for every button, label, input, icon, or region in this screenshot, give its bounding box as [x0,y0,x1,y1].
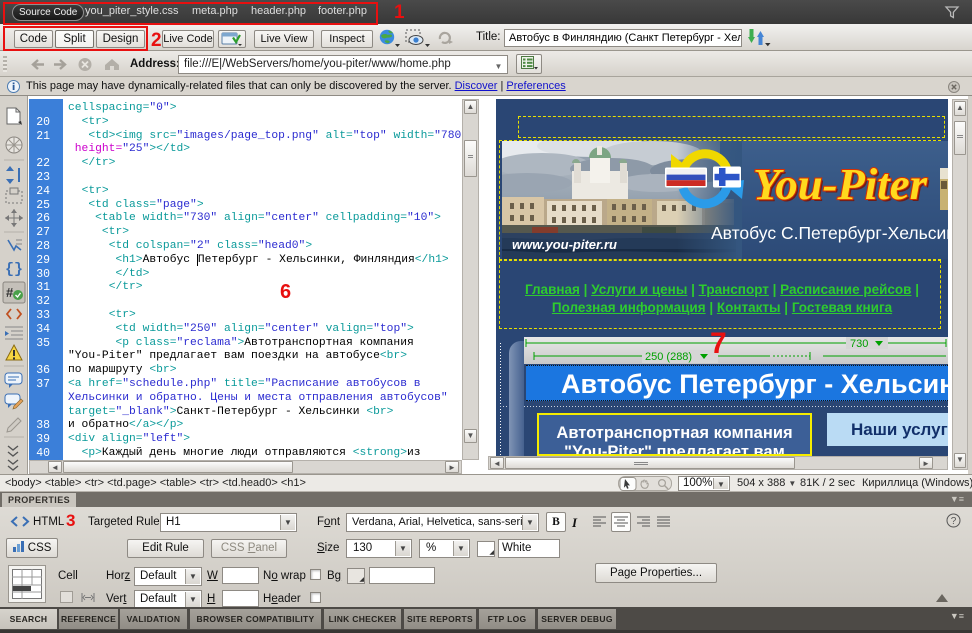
svg-text:#: # [6,285,14,300]
svg-text:Автобус С.Петербург-Хельсинки: Автобус С.Петербург-Хельсинки [711,223,948,243]
svg-text:730: 730 [850,338,868,350]
svg-text:You-Piter: You-Piter [753,160,928,209]
svg-text:www.you-piter.ru: www.you-piter.ru [512,237,617,252]
svg-text:?: ? [951,516,957,527]
svg-text:250 (288): 250 (288) [645,351,692,363]
